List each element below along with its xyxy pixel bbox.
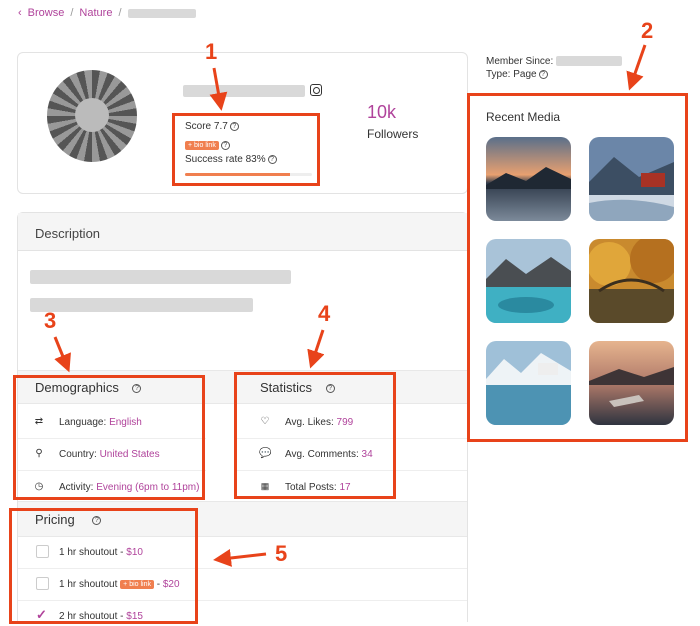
annotation-arrow-1 bbox=[209, 67, 228, 111]
annotation-arrows bbox=[53, 44, 647, 567]
annotation-arrow-2 bbox=[626, 44, 647, 91]
annotation-arrow-3 bbox=[53, 336, 71, 373]
annotation-arrow-4 bbox=[307, 329, 325, 369]
annotation-arrow-5 bbox=[213, 549, 267, 567]
